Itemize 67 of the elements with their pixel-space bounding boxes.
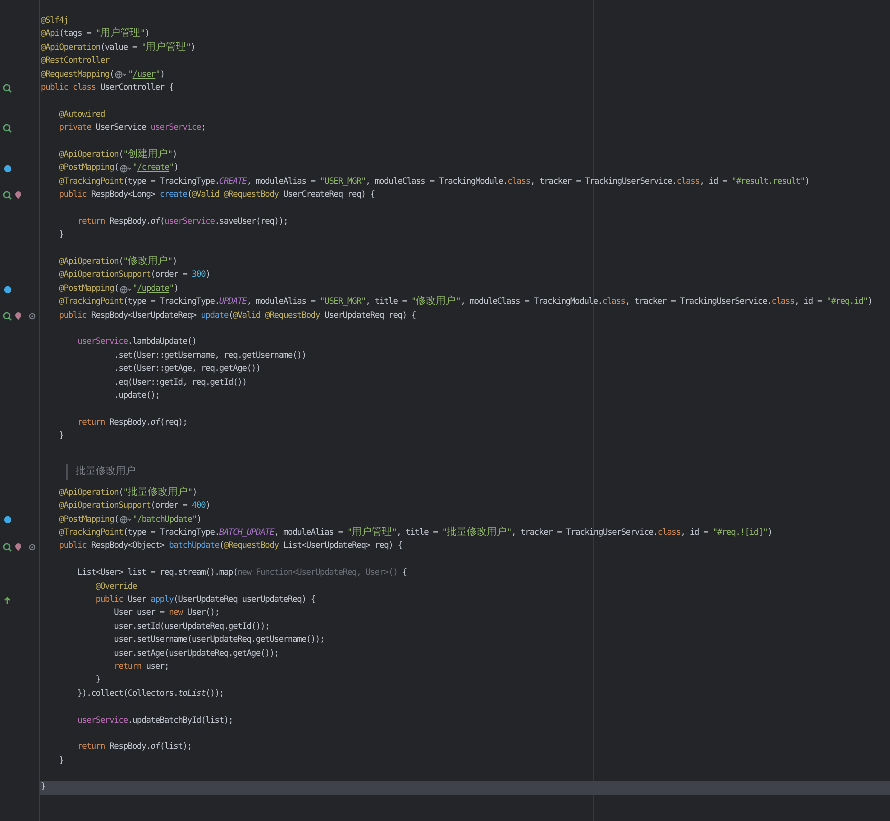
ring-icon[interactable] — [29, 544, 36, 551]
code-line: @ApiOperation("批量修改用户") — [58, 486, 198, 500]
code-line: @Autowired — [58, 108, 106, 122]
code-text: @PostMapping( — [58, 514, 119, 527]
code-line: .set(User::getAge, req.getAge()) — [113, 363, 262, 376]
code-line: }).collect(Collectors.toList()); — [76, 688, 225, 701]
code-line: public RespBody<Long> create(@Valid @RequestBody UserCreateReq req) { — [58, 189, 376, 202]
code-line: .eq(User::getId, req.getId()) — [113, 376, 248, 390]
pin-icon[interactable] — [15, 191, 22, 200]
code-line: public RespBody<UserUpdateReq> update(@Valid @RequestBody UserUpdateReq req) { — [58, 310, 418, 323]
up-arrow-icon[interactable] — [4, 596, 11, 605]
code-line: @TrackingPoint(type = TrackingType.CREATE, moduleAlias = "USER_MGR", moduleClass = TrackingModule.class, tracker = TrackingUserService.class, id = "#result.result") — [58, 176, 811, 189]
dot-icon[interactable] — [4, 516, 12, 524]
code-line: user.setUsername(userUpdateReq.getUsername()); — [113, 634, 326, 648]
globe-icon[interactable] — [120, 516, 132, 524]
code-text: @PostMapping( — [58, 162, 119, 176]
code-line: return RespBody.of(list); — [76, 741, 193, 754]
magnifier-icon[interactable] — [3, 84, 12, 94]
globe-icon[interactable] — [120, 286, 132, 294]
code-line: } — [94, 674, 102, 688]
code-line: @ApiOperationSupport(order = 400) — [58, 500, 212, 514]
code-line: @ApiOperation("修改用户") — [58, 256, 178, 270]
doc-comment: 批量修改用户 — [66, 464, 136, 480]
ring-icon[interactable] — [29, 312, 36, 320]
code-line: @Override — [94, 580, 138, 594]
code-line: user.setAge(userUpdateReq.getAge()); — [113, 648, 280, 661]
code-line: userService.updateBatchById(list); — [76, 714, 234, 728]
code-line: @TrackingPoint(type = TrackingType.UPDATE, moduleAlias = "USER_MGR", title = "修改用户", moduleClass = TrackingModule.class, tracker = TrackingUserService.class, id = "#req.id") — [58, 296, 874, 310]
code-line: return RespBody.of(req); — [76, 416, 188, 430]
dot-icon[interactable] — [4, 164, 12, 173]
code-line: public RespBody<Object> batchUpdate(@RequestBody List<UserUpdateReq> req) { — [58, 540, 404, 554]
code-line: .set(User::getUsername, req.getUsername()) — [113, 350, 308, 363]
code-line: userService.lambdaUpdate() — [76, 336, 198, 350]
magnifier-icon[interactable] — [3, 312, 12, 321]
magnifier-icon[interactable] — [3, 191, 12, 200]
pin-icon[interactable] — [15, 542, 22, 552]
dot-icon[interactable] — [4, 286, 12, 294]
code-line: return RespBody.of(userService.saveUser(req)); — [76, 216, 290, 229]
code-text: "/update") — [132, 282, 179, 296]
magnifier-icon[interactable] — [3, 124, 12, 134]
code-line: @ApiOperation(value = "用户管理") — [40, 42, 196, 55]
code-line: } — [58, 430, 65, 444]
code-line: @ApiOperation("创建用户") — [58, 148, 178, 162]
code-text: "/batchUpdate") — [132, 514, 202, 527]
code-line: @ApiOperationSupport(order = 300) — [58, 269, 212, 282]
code-line: } — [58, 754, 65, 768]
code-line: .update(); — [113, 390, 161, 403]
code-line: @RestController — [40, 55, 111, 68]
globe-icon[interactable] — [115, 71, 128, 80]
code-line: user.setId(userUpdateReq.getId()); — [113, 620, 271, 634]
code-line: public class UserController { — [40, 82, 175, 95]
code-line: @TrackingPoint(type = TrackingType.BATCH_UPDATE, moduleAlias = "用户管理", title = "批量修改用户", tracker = TrackingUserService.class, id = "#req.![id]") — [58, 527, 774, 540]
code-line: return user; — [113, 660, 170, 674]
magnifier-icon[interactable] — [3, 542, 12, 552]
code-line: @Slf4j — [40, 15, 70, 28]
code-text: @RequestMapping( — [41, 68, 114, 82]
code-line: private UserService userService; — [58, 122, 207, 136]
code-line: public User apply(UserUpdateReq userUpdateReq) { — [94, 594, 316, 608]
pin-icon[interactable] — [15, 312, 22, 321]
code-line: List<User> list = req.stream().map(new Function<UserUpdateReq, User>() { — [76, 567, 408, 580]
code-text: "/user") — [128, 68, 165, 82]
code-text: "/create") — [132, 162, 179, 176]
code-text: @PostMapping( — [58, 282, 119, 296]
code-line: } — [58, 229, 65, 242]
code-line: User user = new User(); — [113, 607, 220, 620]
code-line: @Api(tags = "用户管理") — [40, 28, 151, 42]
globe-icon[interactable] — [120, 164, 132, 173]
